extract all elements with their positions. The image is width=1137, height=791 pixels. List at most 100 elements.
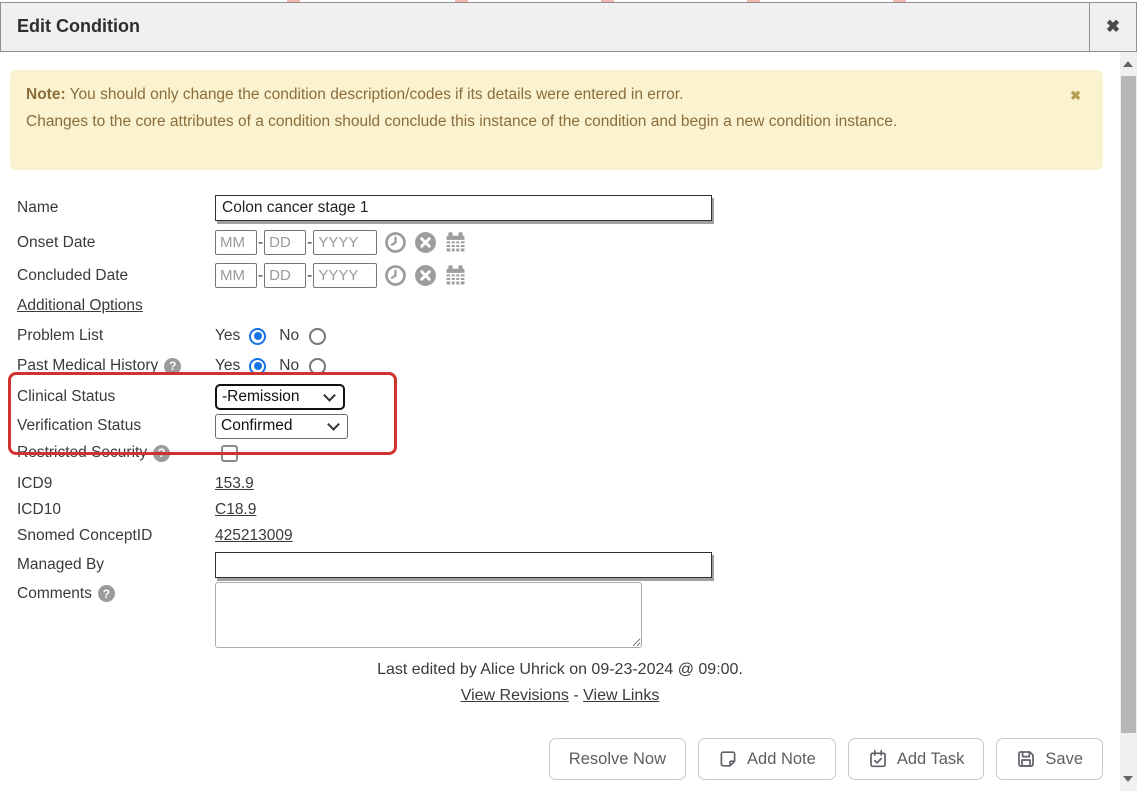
concluded-date-label: Concluded Date xyxy=(17,267,128,285)
save-disk-icon xyxy=(1016,749,1036,769)
clock-icon[interactable] xyxy=(384,264,407,287)
icd10-label: ICD10 xyxy=(17,501,61,519)
restricted-security-checkbox[interactable] xyxy=(221,445,238,462)
comments-textarea[interactable] xyxy=(215,582,642,648)
icd9-label: ICD9 xyxy=(17,475,52,493)
dialog-header: Edit Condition ✖ xyxy=(0,2,1137,52)
clinical-status-select[interactable]: -Remission xyxy=(215,384,345,410)
note-text-2: Changes to the core attributes of a cond… xyxy=(26,108,971,135)
note-label: Note: xyxy=(26,86,66,103)
icd9-row: ICD9 153.9 xyxy=(17,472,1107,496)
managed-by-label: Managed By xyxy=(17,556,104,574)
problem-list-yes-label: Yes xyxy=(215,327,240,345)
add-task-label: Add Task xyxy=(897,750,965,769)
icd10-row: ICD10 C18.9 xyxy=(17,498,1107,522)
scrollbar xyxy=(1120,52,1137,791)
action-button-bar: Resolve Now Add Note Add Task Save xyxy=(0,738,1103,780)
resolve-now-label: Resolve Now xyxy=(569,750,666,769)
problem-list-row: Problem List Yes No xyxy=(17,324,1107,348)
verification-status-label: Verification Status xyxy=(17,417,141,435)
note-icon xyxy=(718,749,738,769)
restricted-security-row: Restricted Security ? xyxy=(17,441,1107,465)
save-button[interactable]: Save xyxy=(996,738,1103,780)
clear-date-icon[interactable] xyxy=(414,231,437,254)
view-links-link[interactable]: View Links xyxy=(583,687,659,704)
past-medical-history-row: Past Medical History ? Yes No xyxy=(17,354,1107,378)
clinical-status-label: Clinical Status xyxy=(17,388,115,406)
onset-day-input[interactable] xyxy=(264,230,306,255)
note-line-1: Note: You should only change the conditi… xyxy=(26,81,971,108)
verification-status-row: Verification Status Confirmed xyxy=(17,413,1107,439)
add-task-button[interactable]: Add Task xyxy=(848,738,985,780)
managed-by-row: Managed By xyxy=(17,551,1107,579)
scrollbar-thumb[interactable] xyxy=(1121,76,1136,733)
pmh-yes-radio[interactable] xyxy=(249,358,266,375)
calendar-icon[interactable] xyxy=(444,231,467,254)
revision-links-row: View Revisions - View Links xyxy=(0,687,1120,705)
icd10-link[interactable]: C18.9 xyxy=(215,501,256,519)
clinical-status-row: Clinical Status -Remission xyxy=(17,384,1107,410)
chevron-down-icon xyxy=(323,389,336,402)
task-calendar-icon xyxy=(868,749,888,769)
dialog-title: Edit Condition xyxy=(17,3,140,50)
add-note-label: Add Note xyxy=(747,750,816,769)
pmh-no-label: No xyxy=(279,357,299,375)
problem-list-no-radio[interactable] xyxy=(309,328,326,345)
problem-list-no-label: No xyxy=(279,327,299,345)
name-input[interactable] xyxy=(215,195,712,221)
link-separator: - xyxy=(573,687,583,704)
pmh-yes-label: Yes xyxy=(215,357,240,375)
save-label: Save xyxy=(1045,750,1083,769)
clear-date-icon[interactable] xyxy=(414,264,437,287)
scrollbar-down-arrow-icon[interactable] xyxy=(1123,776,1133,782)
verification-status-value: Confirmed xyxy=(221,417,293,435)
icd9-link[interactable]: 153.9 xyxy=(215,475,254,493)
scrollbar-up-arrow-icon[interactable] xyxy=(1123,61,1133,67)
note-banner: Note: You should only change the conditi… xyxy=(10,70,1103,170)
comments-label: Comments xyxy=(17,585,92,603)
concluded-year-input[interactable] xyxy=(313,263,377,288)
snomed-concept-id-link[interactable]: 425213009 xyxy=(215,527,293,545)
name-label: Name xyxy=(17,199,58,217)
problem-list-label: Problem List xyxy=(17,327,103,345)
past-medical-history-label: Past Medical History xyxy=(17,357,158,375)
additional-options-row: Additional Options xyxy=(17,294,1107,318)
help-icon[interactable]: ? xyxy=(98,585,115,602)
help-icon[interactable]: ? xyxy=(153,445,170,462)
resolve-now-button[interactable]: Resolve Now xyxy=(549,738,686,780)
additional-options-link[interactable]: Additional Options xyxy=(17,297,143,315)
note-dismiss-icon[interactable]: ✖ xyxy=(1070,82,1081,109)
comments-row: Comments ? xyxy=(17,582,1107,650)
onset-year-input[interactable] xyxy=(313,230,377,255)
help-icon[interactable]: ? xyxy=(164,358,181,375)
clinical-status-value: -Remission xyxy=(222,388,300,406)
view-revisions-link[interactable]: View Revisions xyxy=(461,687,569,704)
snomed-concept-id-row: Snomed ConceptID 425213009 xyxy=(17,524,1107,548)
date-separator: - xyxy=(307,234,312,252)
close-button[interactable]: ✖ xyxy=(1089,3,1136,51)
chevron-down-icon xyxy=(327,418,340,431)
edit-condition-dialog: Edit Condition ✖ Note: You should only c… xyxy=(0,0,1137,791)
calendar-icon[interactable] xyxy=(444,264,467,287)
name-row: Name xyxy=(17,194,1107,222)
close-icon: ✖ xyxy=(1106,17,1120,37)
managed-by-input[interactable] xyxy=(215,552,712,578)
concluded-date-row: Concluded Date - - xyxy=(17,262,1107,289)
pmh-no-radio[interactable] xyxy=(309,358,326,375)
add-note-button[interactable]: Add Note xyxy=(698,738,836,780)
date-separator: - xyxy=(258,267,263,285)
date-separator: - xyxy=(258,234,263,252)
onset-month-input[interactable] xyxy=(215,230,257,255)
clock-icon[interactable] xyxy=(384,231,407,254)
onset-date-label: Onset Date xyxy=(17,234,95,252)
onset-date-row: Onset Date - - xyxy=(17,229,1107,256)
last-edited-text: Last edited by Alice Uhrick on 09-23-202… xyxy=(0,661,1120,679)
problem-list-yes-radio[interactable] xyxy=(249,328,266,345)
concluded-month-input[interactable] xyxy=(215,263,257,288)
verification-status-select[interactable]: Confirmed xyxy=(215,414,348,439)
date-separator: - xyxy=(307,267,312,285)
note-text-1: You should only change the condition des… xyxy=(70,86,684,103)
snomed-concept-id-label: Snomed ConceptID xyxy=(17,527,152,545)
concluded-day-input[interactable] xyxy=(264,263,306,288)
restricted-security-label: Restricted Security xyxy=(17,444,147,462)
